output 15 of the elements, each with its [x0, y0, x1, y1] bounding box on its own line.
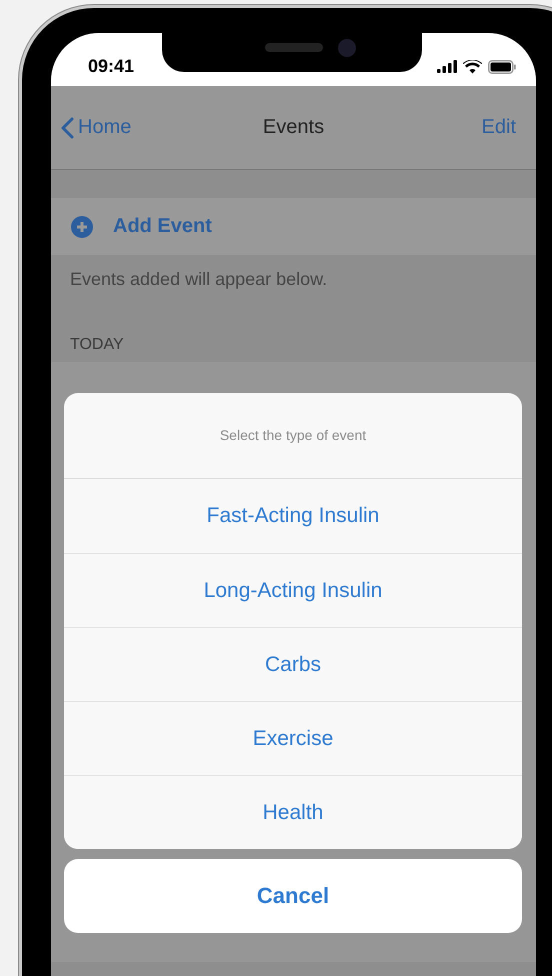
sheet-title: Select the type of event: [220, 426, 366, 442]
cancel-button[interactable]: Cancel: [64, 859, 522, 933]
add-event-button[interactable]: Add Event: [51, 198, 536, 255]
section-header: TODAY: [69, 335, 125, 355]
wifi-icon: [463, 60, 482, 74]
status-time: 09:41: [88, 55, 134, 77]
chevron-left-icon: [61, 116, 74, 138]
plus-circle-icon: [71, 216, 93, 238]
edit-button[interactable]: Edit: [482, 116, 516, 139]
nav-title: Events: [262, 116, 324, 138]
footer-note: Events added will appear below.: [69, 268, 328, 290]
sheet-option[interactable]: Health: [64, 775, 522, 849]
back-button[interactable]: Home: [61, 116, 132, 139]
battery-icon: [488, 60, 516, 74]
signal-icon: [437, 60, 457, 73]
